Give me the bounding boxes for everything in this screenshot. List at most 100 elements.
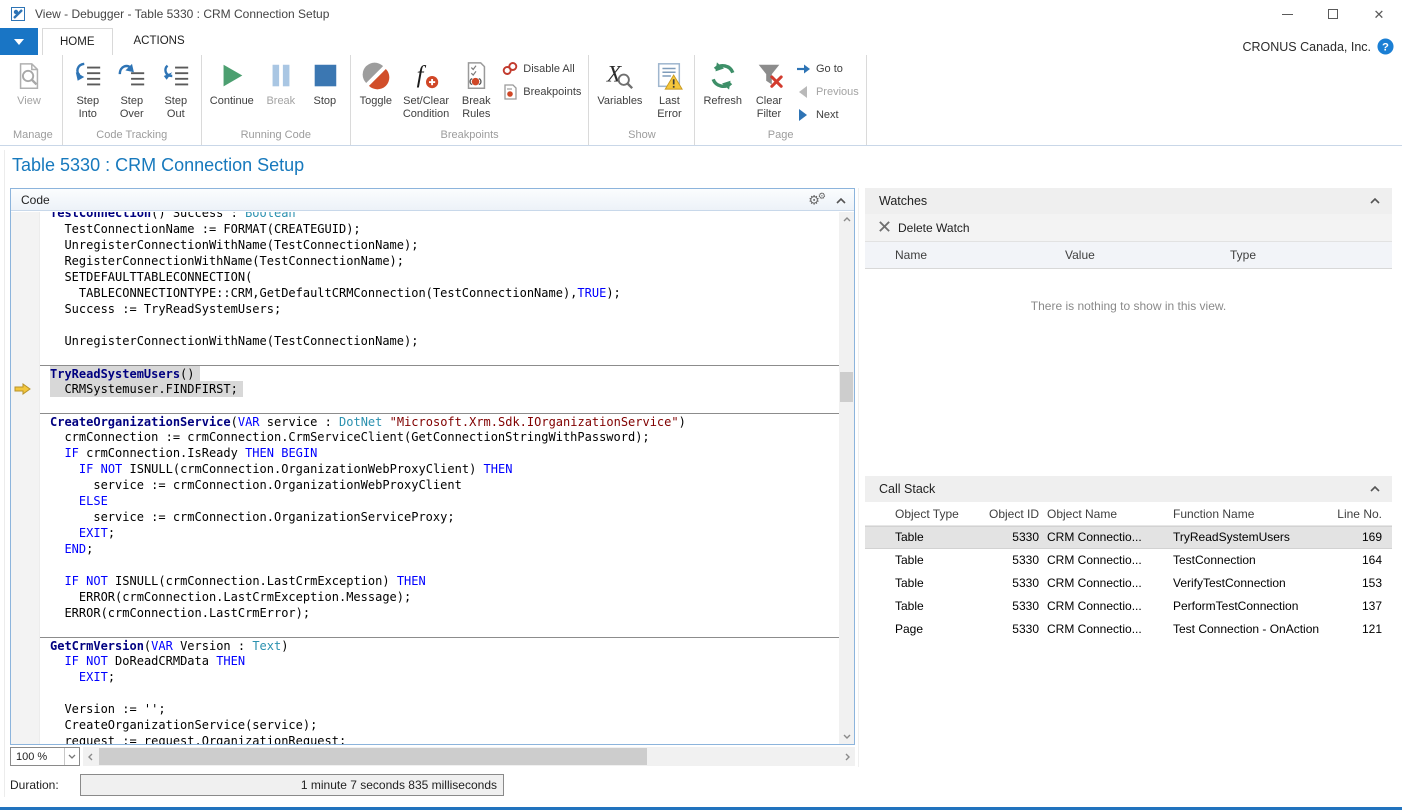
button-label: Refresh — [703, 95, 742, 108]
cs-col-object-id[interactable]: Object ID — [981, 507, 1039, 521]
step-over-button[interactable]: Step Over — [110, 58, 154, 122]
dropdown-arrow-icon — [14, 39, 24, 45]
call-stack-row[interactable]: Table5330CRM Connectio...TryReadSystemUs… — [865, 526, 1392, 549]
vertical-scroll-thumb[interactable] — [840, 372, 853, 402]
code-line: request := request.OrganizationRequest; — [40, 733, 839, 744]
title-bar: View - Debugger - Table 5330 : CRM Conne… — [0, 0, 1402, 28]
tab-home[interactable]: HOME — [42, 28, 113, 55]
stop-button[interactable]: Stop — [303, 58, 347, 109]
variables-icon: X — [603, 59, 637, 93]
minimize-button[interactable] — [1264, 0, 1310, 28]
zoom-dropdown-chevron-icon — [64, 748, 79, 765]
scroll-down-arrow-icon[interactable] — [839, 729, 854, 744]
collapse-call-stack-chevron-icon[interactable] — [1370, 486, 1380, 492]
watches-col-name[interactable]: Name — [895, 248, 1065, 268]
breakpoint-gutter[interactable] — [11, 212, 40, 744]
break-rules-button[interactable]: Break Rules — [454, 58, 498, 122]
cs-cell-function-name: Test Connection - OnAction — [1173, 618, 1322, 641]
code-zoom-select[interactable]: 100 % — [10, 747, 80, 766]
cs-cell-function-name: TestConnection — [1173, 549, 1322, 572]
code-line: crmConnection := crmConnection.CrmServic… — [40, 429, 839, 445]
cs-cell-object-type: Table — [895, 526, 973, 549]
next-button[interactable]: Next — [795, 107, 859, 123]
call-stack-row[interactable]: Table5330CRM Connectio...VerifyTestConne… — [865, 572, 1392, 595]
set-clear-condition-icon: f — [409, 59, 443, 93]
go-to-button[interactable]: Go to — [795, 61, 859, 77]
ribbon-group-label: Breakpoints — [354, 128, 586, 145]
continue-button[interactable]: Continue — [205, 58, 259, 109]
code-lines: TestConnection() Success : Boolean TestC… — [40, 212, 839, 744]
panel-splitter[interactable] — [858, 188, 859, 767]
maximize-button[interactable] — [1310, 0, 1356, 28]
step-over-icon — [115, 59, 149, 93]
scroll-up-arrow-icon[interactable] — [839, 212, 854, 227]
view-button[interactable]: View — [7, 58, 51, 109]
button-label: Step Out — [164, 95, 187, 121]
button-label: Next — [816, 109, 839, 121]
step-out-button[interactable]: Step Out — [154, 58, 198, 122]
ribbon-group-label: Code Tracking — [66, 128, 198, 145]
refresh-button[interactable]: Refresh — [698, 58, 747, 109]
delete-watch-button[interactable]: Delete Watch — [865, 214, 1392, 241]
code-horizontal-scrollbar[interactable] — [83, 747, 855, 766]
help-icon[interactable]: ? — [1377, 38, 1394, 55]
button-label: Last Error — [657, 95, 681, 121]
watches-col-type[interactable]: Type — [1230, 248, 1392, 268]
cs-col-object-type[interactable]: Object Type — [895, 507, 973, 521]
cs-col-function-name[interactable]: Function Name — [1173, 507, 1322, 521]
cs-col-line-no[interactable]: Line No. — [1330, 507, 1382, 521]
call-stack-panel-header: Call Stack — [865, 476, 1392, 502]
set-clear-condition-button[interactable]: fSet/Clear Condition — [398, 58, 454, 122]
close-button[interactable]: ✕ — [1356, 0, 1402, 28]
toggle-button[interactable]: Toggle — [354, 58, 398, 109]
ribbon-group-label: Page — [698, 128, 862, 145]
code-panel-header: Code ⚙⚙ — [11, 189, 854, 211]
code-line — [40, 397, 839, 413]
current-statement-highlight: TryReadSystemUsers() — [50, 366, 200, 382]
clear-filter-button[interactable]: Clear Filter — [747, 58, 791, 122]
tab-actions[interactable]: ACTIONS — [117, 28, 202, 55]
button-label: Previous — [816, 86, 859, 98]
ribbon-group-label: Running Code — [205, 128, 347, 145]
break-button[interactable]: Break — [259, 58, 303, 109]
previous-icon — [795, 84, 811, 100]
call-stack-row[interactable]: Table5330CRM Connectio...TestConnection1… — [865, 549, 1392, 572]
call-stack-row[interactable]: Table5330CRM Connectio...PerformTestConn… — [865, 595, 1392, 618]
code-line: UnregisterConnectionWithName(TestConnect… — [40, 237, 839, 253]
cs-cell-object-name: CRM Connectio... — [1047, 549, 1165, 572]
code-vertical-scrollbar[interactable] — [839, 212, 854, 744]
disable-all-button[interactable]: Disable All — [502, 61, 581, 77]
button-label: Step Over — [120, 95, 144, 121]
breakpoints-button[interactable]: Breakpoints — [502, 84, 581, 100]
scroll-left-arrow-icon[interactable] — [83, 747, 98, 766]
svg-text:f: f — [417, 62, 427, 89]
left-edge-divider — [4, 150, 5, 797]
ribbon-group-code-tracking: Step Into Step Over Step Out Code Tracking — [63, 55, 202, 145]
last-error-button[interactable]: Last Error — [647, 58, 691, 122]
step-into-button[interactable]: Step Into — [66, 58, 110, 122]
code-line: EXIT; — [40, 525, 839, 541]
watches-col-value[interactable]: Value — [1065, 248, 1230, 268]
company-name: CRONUS Canada, Inc. — [1242, 40, 1371, 54]
watches-empty-message: There is nothing to show in this view. — [865, 269, 1392, 313]
watches-column-headers: Name Value Type — [865, 241, 1392, 269]
call-stack-column-headers: Object Type Object ID Object Name Functi… — [865, 502, 1392, 526]
previous-button[interactable]: Previous — [795, 84, 859, 100]
code-line: IF crmConnection.IsReady THEN BEGIN — [40, 445, 839, 461]
settings-gears-icon[interactable]: ⚙⚙ — [808, 191, 826, 207]
variables-button[interactable]: XVariables — [592, 58, 647, 109]
button-label: Break Rules — [462, 95, 491, 121]
code-line — [40, 349, 839, 365]
app-menu-button[interactable] — [0, 28, 38, 55]
scroll-right-arrow-icon[interactable] — [840, 747, 855, 766]
collapse-watches-chevron-icon[interactable] — [1370, 198, 1380, 204]
watches-panel: Watches Delete Watch Name Value Type The… — [865, 188, 1392, 464]
cs-col-object-name[interactable]: Object Name — [1047, 507, 1165, 521]
view-icon — [12, 59, 46, 93]
button-label: Continue — [210, 95, 254, 108]
call-stack-row[interactable]: Page5330CRM Connectio...Test Connection … — [865, 618, 1392, 641]
code-line: IF NOT ISNULL(crmConnection.Organization… — [40, 461, 839, 477]
call-stack-panel: Call Stack Object Type Object ID Object … — [865, 476, 1392, 664]
horizontal-scroll-thumb[interactable] — [99, 748, 647, 765]
collapse-code-chevron-icon[interactable] — [836, 191, 846, 209]
